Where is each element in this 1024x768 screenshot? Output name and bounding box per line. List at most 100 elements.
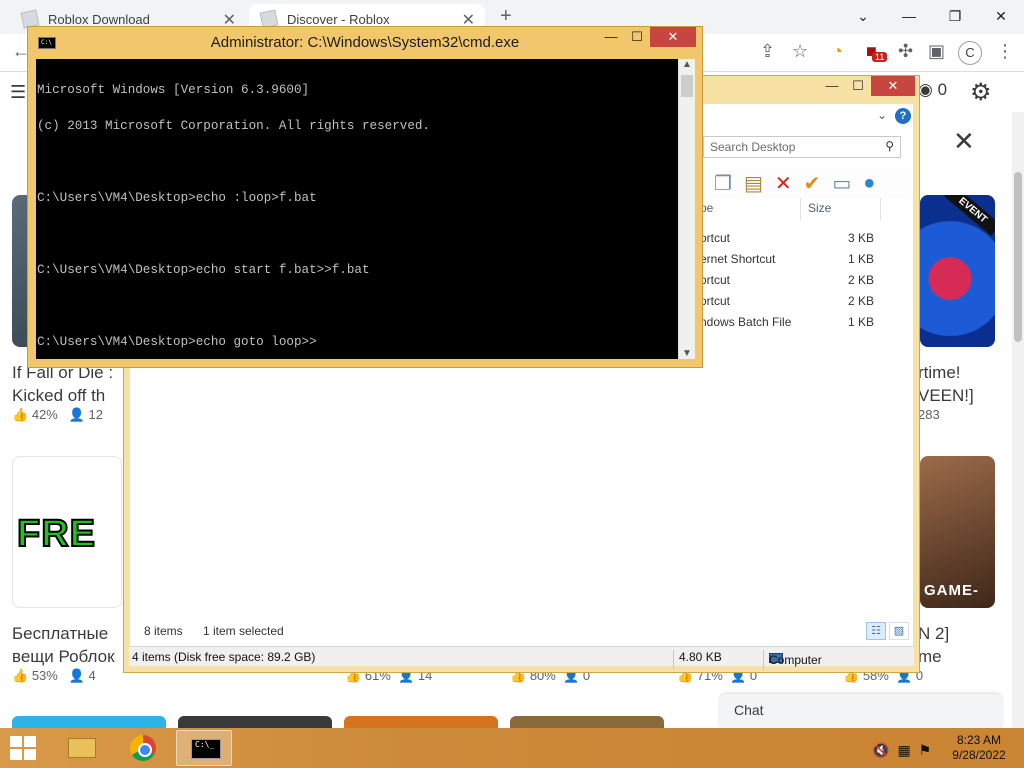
file-type[interactable]: ernet Shortcut <box>700 252 775 266</box>
settings-gear-icon[interactable]: ⚙ <box>970 78 992 107</box>
new-tab-button[interactable]: + <box>500 5 512 28</box>
status-selected-count: 1 item selected <box>203 624 284 638</box>
chat-bar[interactable]: Chat <box>720 694 1002 728</box>
thumbnail-game-text: GAME- <box>924 582 979 599</box>
chrome-icon <box>130 735 156 761</box>
rating: 53% <box>31 668 58 683</box>
tab-label: Roblox Download <box>48 11 150 27</box>
console-line: Microsoft Windows [Version 6.3.9600] <box>37 83 310 97</box>
game-title-line: Бесплатные <box>12 624 109 643</box>
explorer-statusbar: 4 items (Disk free space: 89.2 GB) 4.80 … <box>129 646 914 670</box>
scroll-down-arrow-icon[interactable]: ▼ <box>679 348 695 359</box>
details-view-icon[interactable]: ☷ <box>866 622 886 640</box>
minimize-button[interactable]: — <box>598 27 624 47</box>
page-scrollbar[interactable] <box>1012 112 1024 728</box>
players-icon: 👤 <box>68 407 85 422</box>
player-count: 4 <box>88 668 96 683</box>
globe-icon[interactable]: ● <box>863 172 875 195</box>
game-thumbnail[interactable]: FRE <box>12 456 122 608</box>
event-tag: EVENT <box>944 195 995 236</box>
start-button-windows-icon[interactable] <box>10 736 36 760</box>
restore-button[interactable]: ❐ <box>932 0 978 34</box>
action-center-flag-icon[interactable]: ⚑ <box>919 742 940 758</box>
minimize-button[interactable]: — <box>886 0 932 34</box>
game-thumbnail[interactable] <box>510 716 664 728</box>
robux-count: 0 <box>937 80 948 99</box>
game-thumbnail[interactable] <box>178 716 332 728</box>
scrollbar-thumb[interactable] <box>681 75 693 97</box>
close-button[interactable]: ✕ <box>978 0 1024 34</box>
copy-icon[interactable]: ❐ <box>714 171 732 196</box>
taskbar-clock[interactable]: 8:23 AM 9/28/2022 <box>944 733 1014 763</box>
delete-icon[interactable]: ✕ <box>775 171 792 196</box>
close-button[interactable]: ✕ <box>871 76 915 96</box>
scrollbar-thumb[interactable] <box>1014 172 1022 342</box>
game-thumbnail[interactable]: EVENT <box>920 195 995 347</box>
network-icon[interactable]: ▦ <box>897 742 918 758</box>
hamburger-menu-icon[interactable]: ☰ <box>10 82 26 103</box>
tab-label: Discover - Roblox <box>287 11 390 27</box>
game-thumbnail[interactable] <box>12 716 166 728</box>
rss-extension-icon[interactable]: ◔ <box>832 41 843 62</box>
speaker-muted-icon[interactable]: 🔇 <box>872 742 897 758</box>
rating: 42% <box>31 407 58 422</box>
clock-time: 8:23 AM <box>956 733 1002 747</box>
explorer-window-controls: — ☐ ✕ <box>819 76 915 96</box>
game-title[interactable]: rtime! VEEN!] <box>918 361 974 407</box>
game-title-line: Kicked off th <box>12 386 106 405</box>
chrome-menu-icon[interactable]: ⋮ <box>996 41 1014 62</box>
location-label: Computer <box>769 653 822 667</box>
address-dropdown-chevron-icon[interactable]: ⌄ <box>877 108 887 122</box>
cmd-icon: C:\_ <box>191 739 221 759</box>
extensions-puzzle-icon[interactable]: ✣ <box>898 41 913 62</box>
paste-icon[interactable]: ▤ <box>744 171 763 196</box>
cmd-window: C:\ Administrator: C:\Windows\System32\c… <box>27 26 703 368</box>
taskbar-cmd[interactable]: C:\_ <box>176 730 232 766</box>
game-thumbnail[interactable]: GAME- <box>920 456 995 608</box>
tab-search-chevron-icon[interactable]: ⌄ <box>840 0 886 34</box>
close-button[interactable]: ✕ <box>650 27 696 47</box>
robux-balance[interactable]: ◉ 0 <box>918 80 947 100</box>
game-title[interactable]: N 2] me <box>918 622 949 668</box>
close-icon[interactable]: ✕ <box>953 126 975 157</box>
maximize-button[interactable]: ☐ <box>845 76 871 96</box>
game-title[interactable]: Бесплатные вещи Роблок <box>12 622 115 668</box>
help-icon[interactable]: ? <box>895 108 911 124</box>
file-type[interactable]: ortcut <box>700 231 730 245</box>
rename-icon[interactable]: ▭ <box>832 171 851 196</box>
minimize-button[interactable]: — <box>819 76 845 96</box>
bookmark-star-icon[interactable]: ☆ <box>792 41 808 62</box>
game-stats: 👍 53% 👤 4 <box>12 668 96 684</box>
large-icons-view-icon[interactable]: ▨ <box>889 622 909 640</box>
search-icon[interactable]: ⚲ <box>885 139 894 153</box>
column-divider[interactable] <box>880 198 881 220</box>
thumbnail-free-text: FRE <box>16 512 96 556</box>
side-panel-icon[interactable]: ▣ <box>928 41 945 62</box>
game-thumbnail[interactable] <box>344 716 498 728</box>
column-divider[interactable] <box>800 198 801 220</box>
file-type[interactable]: ortcut <box>700 294 730 308</box>
checkmark-icon[interactable]: ✔ <box>804 171 821 196</box>
status-divider <box>673 650 674 670</box>
thumbs-up-icon: 👍 <box>12 407 29 422</box>
column-header-size[interactable]: Size <box>808 198 831 220</box>
scroll-up-arrow-icon[interactable]: ▲ <box>679 59 695 70</box>
folder-icon <box>68 738 96 758</box>
game-title-line: me <box>918 647 942 666</box>
maximize-button[interactable]: ☐ <box>624 27 650 47</box>
status-free-space: 4 items (Disk free space: 89.2 GB) <box>132 650 316 664</box>
console-output[interactable]: Microsoft Windows [Version 6.3.9600] (c)… <box>36 59 678 359</box>
search-input[interactable]: Search Desktop ⚲ <box>703 136 901 158</box>
profile-avatar[interactable]: C <box>958 41 982 65</box>
file-type[interactable]: ndows Batch File <box>700 315 791 329</box>
taskbar-chrome[interactable] <box>114 730 170 766</box>
game-title-line: вещи Роблок <box>12 647 115 666</box>
file-type[interactable]: ortcut <box>700 273 730 287</box>
share-icon[interactable]: ⇪ <box>760 41 775 62</box>
console-line: C:\Users\VM4\Desktop>echo :loop>f.bat <box>37 191 317 205</box>
status-divider <box>763 650 764 670</box>
taskbar-file-explorer[interactable] <box>52 730 108 766</box>
game-title-line: VEEN!] <box>918 386 974 405</box>
console-scrollbar[interactable]: ▲ ▼ <box>678 59 695 359</box>
